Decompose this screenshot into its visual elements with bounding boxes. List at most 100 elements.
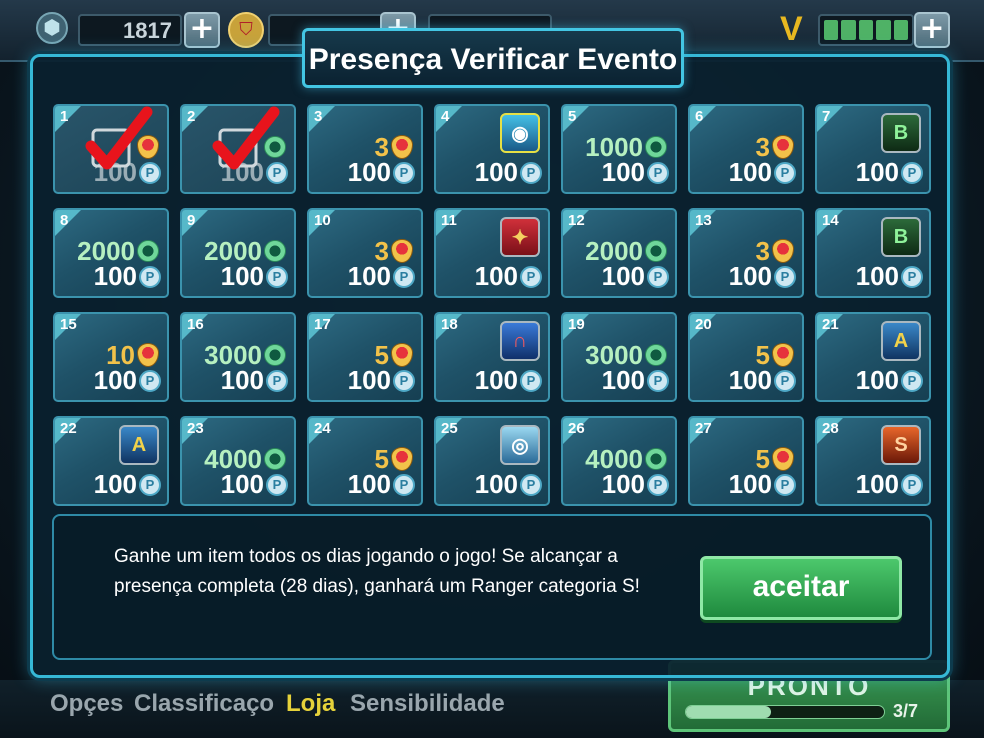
shield-icon — [772, 447, 794, 471]
ranger-card-icon: ✦ — [500, 217, 540, 257]
day-cell[interactable]: 1 100 P — [53, 104, 169, 194]
day-number: 18 — [441, 316, 458, 333]
day-cell[interactable]: 5 1000 100 P — [561, 104, 677, 194]
coin-icon: P — [393, 161, 415, 184]
menu-item-ranking[interactable]: Classificaço — [134, 690, 274, 718]
bonus-amount: 100 — [855, 157, 899, 187]
day-cell[interactable]: 24 5 100 P — [307, 416, 423, 506]
menu-item-options[interactable]: Opçes — [50, 690, 123, 718]
day-bonus: 100 P — [856, 261, 923, 292]
ranger-card-icon: ◎ — [500, 425, 540, 465]
day-number: 6 — [695, 108, 704, 125]
bonus-amount: 100 — [601, 469, 645, 499]
energy-segment — [893, 20, 909, 40]
day-bonus: 100 P — [602, 365, 669, 396]
day-cell[interactable]: 17 5 100 P — [307, 312, 423, 402]
info-text: Ganhe um item todos os dias jogando o jo… — [114, 546, 640, 597]
bonus-amount: 100 — [220, 261, 264, 291]
checkmark-icon — [212, 106, 280, 170]
day-cell[interactable]: 14 B 100 P — [815, 208, 931, 298]
day-cell[interactable]: 25 ◎ 100 P — [434, 416, 550, 506]
day-number: 10 — [314, 212, 331, 229]
add-gold-button[interactable]: + — [184, 12, 220, 48]
coin-icon: P — [520, 161, 542, 184]
menu-item-shop[interactable]: Loja — [286, 690, 335, 718]
day-cell[interactable]: 26 4000 100 P — [561, 416, 677, 506]
day-number: 22 — [60, 420, 77, 437]
day-bonus: 100 P — [602, 261, 669, 292]
day-number: 27 — [695, 420, 712, 437]
coin-icon: P — [647, 369, 669, 392]
gem-icon: ⬢ — [36, 12, 68, 44]
bonus-amount: 100 — [93, 261, 137, 291]
bonus-amount: 100 — [220, 469, 264, 499]
day-reward: B — [881, 217, 921, 257]
coin-icon: P — [393, 473, 415, 496]
day-cell[interactable]: 16 3000 100 P — [180, 312, 296, 402]
ready-count: 3/7 — [893, 701, 919, 721]
bonus-amount: 100 — [347, 261, 391, 291]
day-cell[interactable]: 12 2000 100 P — [561, 208, 677, 298]
day-number: 9 — [187, 212, 196, 229]
day-cell[interactable]: 8 2000 100 P — [53, 208, 169, 298]
coin-icon: P — [774, 265, 796, 288]
day-reward: B — [881, 113, 921, 153]
day-cell[interactable]: 2 100 P — [180, 104, 296, 194]
gem-icon — [264, 448, 286, 470]
gem-icon — [645, 344, 667, 366]
shield-badge-icon: ⛉ — [228, 12, 264, 48]
dialog-title: Presença Verificar Evento — [308, 43, 678, 76]
day-number: 11 — [441, 212, 457, 229]
day-bonus: 100 P — [729, 365, 796, 396]
day-number: 23 — [187, 420, 204, 437]
day-bonus: 100 P — [475, 157, 542, 188]
day-cell[interactable]: 4 ◉ 100 P — [434, 104, 550, 194]
day-reward: S — [881, 425, 921, 465]
day-cell[interactable]: 6 3 100 P — [688, 104, 804, 194]
bonus-amount: 100 — [601, 261, 645, 291]
bonus-amount: 100 — [93, 365, 137, 395]
day-number: 20 — [695, 316, 712, 333]
coin-icon: P — [647, 473, 669, 496]
gem-icon — [645, 448, 667, 470]
accept-button[interactable]: aceitar — [700, 556, 902, 620]
day-cell[interactable]: 11 ✦ 100 P — [434, 208, 550, 298]
checkmark-icon — [85, 106, 153, 170]
day-bonus: 100 P — [221, 365, 288, 396]
day-cell[interactable]: 28 S 100 P — [815, 416, 931, 506]
day-cell[interactable]: 9 2000 100 P — [180, 208, 296, 298]
day-cell[interactable]: 15 10 100 P — [53, 312, 169, 402]
energy-segment — [824, 20, 839, 40]
day-cell[interactable]: 19 3000 100 P — [561, 312, 677, 402]
day-cell[interactable]: 22 A 100 P — [53, 416, 169, 506]
day-bonus: 100 P — [221, 469, 288, 500]
day-bonus: 100 P — [602, 469, 669, 500]
info-panel: Ganhe um item todos os dias jogando o jo… — [52, 514, 932, 660]
gem-icon — [645, 136, 667, 158]
bonus-amount: 100 — [474, 157, 518, 187]
day-cell[interactable]: 18 ∩ 100 P — [434, 312, 550, 402]
coin-icon: P — [520, 473, 542, 496]
bonus-amount: 100 — [728, 469, 772, 499]
shield-icon — [391, 239, 413, 263]
bonus-amount: 100 — [855, 469, 899, 499]
day-number: 7 — [822, 108, 831, 125]
day-cell[interactable]: 7 B 100 P — [815, 104, 931, 194]
day-cell[interactable]: 21 A 100 P — [815, 312, 931, 402]
day-cell[interactable]: 20 5 100 P — [688, 312, 804, 402]
day-cell[interactable]: 3 3 100 P — [307, 104, 423, 194]
bonus-amount: 100 — [93, 469, 137, 499]
menu-item-sensitivity[interactable]: Sensibilidade — [350, 690, 505, 718]
ranger-card-icon: S — [881, 425, 921, 465]
day-cell[interactable]: 23 4000 100 P — [180, 416, 296, 506]
day-reward: A — [881, 321, 921, 361]
day-reward: ◎ — [500, 425, 540, 465]
day-cell[interactable]: 10 3 100 P — [307, 208, 423, 298]
day-cell[interactable]: 27 5 100 P — [688, 416, 804, 506]
ready-progress-bar — [685, 705, 885, 719]
add-energy-button[interactable]: + — [914, 12, 950, 48]
day-cell[interactable]: 13 3 100 P — [688, 208, 804, 298]
bonus-amount: 100 — [728, 157, 772, 187]
day-reward: A — [119, 425, 159, 465]
coin-icon: P — [266, 265, 288, 288]
